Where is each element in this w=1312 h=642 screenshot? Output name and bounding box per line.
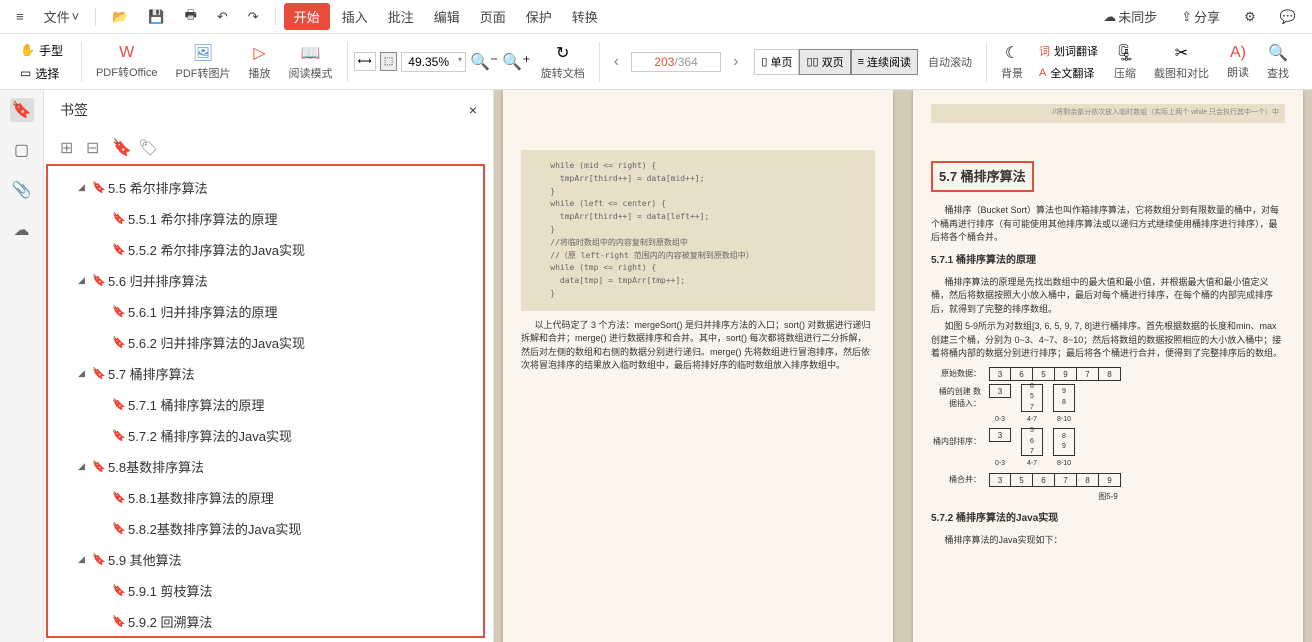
tab-insert[interactable]: 插入 (334, 3, 376, 30)
rotate-doc[interactable]: ↻旋转文档 (533, 41, 593, 83)
tab-comment[interactable]: 批注 (380, 3, 422, 30)
page-paragraph: 桶排序算法的原理是先找出数组中的最大值和最小值，并根据最大值和最小值定义桶，然后… (931, 276, 1285, 317)
expand-all-icon[interactable]: ⊞ (60, 138, 74, 152)
bookmark-item-5-8-2[interactable]: 🔖5.8.2基数排序算法的Java实现 (48, 513, 483, 544)
bookmark-item-5-5-1[interactable]: 🔖5.5.1 希尔排序算法的原理 (48, 203, 483, 234)
auto-scroll[interactable]: 自动滚动 (920, 52, 980, 72)
tab-edit[interactable]: 编辑 (426, 3, 468, 30)
sync-status[interactable]: ☁ 未同步 (1095, 3, 1165, 30)
speak-button[interactable]: A)朗读 (1219, 42, 1257, 82)
tab-page[interactable]: 页面 (472, 3, 514, 30)
bookmark-item-5-6-2[interactable]: 🔖5.6.2 归并排序算法的Java实现 (48, 327, 483, 358)
collapse-all-icon[interactable]: ⊟ (86, 138, 100, 152)
background-button[interactable]: ☾背景 (993, 41, 1031, 83)
subsection-title: 5.7.2 桶排序算法的Java实现 (931, 511, 1285, 526)
double-page-mode[interactable]: ▯▯双页 (799, 49, 850, 75)
add-bookmark-icon[interactable]: 🔖 (112, 138, 126, 152)
save-icon[interactable]: 💾 (140, 5, 172, 29)
word-translate[interactable]: 词 划词翻译 (1033, 41, 1104, 61)
tab-start[interactable]: 开始 (284, 3, 330, 30)
next-page-icon[interactable]: › (725, 53, 746, 71)
pdf-to-office[interactable]: WPDF转Office (88, 42, 166, 82)
bookmark-item-5-8[interactable]: ◢🔖5.8基数排序算法 (48, 451, 483, 482)
screenshot-compare[interactable]: ✂截图和对比 (1146, 41, 1217, 83)
pdf-page-right: //将剩余部分依次放入临时数组（实际上两个 while 只会执行其中一个）中 5… (913, 90, 1303, 642)
zoom-in-icon[interactable]: 🔍⁺ (502, 52, 530, 72)
section-title: 5.7 桶排序算法 (931, 161, 1034, 193)
continuous-mode[interactable]: ≡连续阅读 (851, 49, 918, 75)
find-button[interactable]: 🔍查找 (1259, 41, 1297, 83)
page-banner: //将剩余部分依次放入临时数组（实际上两个 while 只会执行其中一个）中 (931, 104, 1285, 123)
fit-page-icon[interactable]: ⬚ (380, 52, 397, 71)
bookmark-item-5-9[interactable]: ◢🔖5.9 其他算法 (48, 544, 483, 575)
page-number-input[interactable]: 203/364 (631, 52, 721, 72)
bookmark-item-5-9-3[interactable]: 🔖5.9.3 最短路径算法 (48, 637, 483, 638)
bookmark-item-5-7[interactable]: ◢🔖5.7 桶排序算法 (48, 358, 483, 389)
fit-width-icon[interactable]: ⟷ (354, 52, 376, 71)
file-menu[interactable]: 文件 ˅ (36, 3, 88, 30)
bookmark-item-5-5-2[interactable]: 🔖5.5.2 希尔排序算法的Java实现 (48, 234, 483, 265)
subsection-title: 5.7.1 桶排序算法的原理 (931, 253, 1285, 268)
attachment-tab-icon[interactable]: 📎 (10, 178, 34, 202)
open-icon[interactable]: 📂 (104, 5, 136, 29)
chat-icon[interactable]: 💬 (1272, 5, 1304, 29)
panel-title: 书签 (60, 100, 88, 120)
bookmark-tab-icon[interactable]: 🔖 (10, 98, 34, 122)
code-block: while (mid <= right) { tmpArr[third++] =… (521, 150, 875, 311)
share-button[interactable]: ⇪ 分享 (1173, 3, 1228, 30)
redo-icon[interactable]: ↷ (240, 5, 267, 29)
page-paragraph: 以上代码定了 3 个方法：mergeSort() 是归并排序方法的入口；sort… (521, 319, 875, 373)
bookmark-item-5-6-1[interactable]: 🔖5.6.1 归并排序算法的原理 (48, 296, 483, 327)
select-tool[interactable]: ▭ 选择 (14, 63, 69, 84)
page-paragraph: 如图 5-9所示为对数组[3, 6, 5, 9, 7, 8]进行桶排序。首先根据… (931, 320, 1285, 361)
print-icon[interactable]: 🖶 (177, 2, 205, 32)
pdf-page-left: while (mid <= right) { tmpArr[third++] =… (503, 90, 893, 642)
hand-tool[interactable]: ✋ 手型 (14, 40, 69, 61)
bookmark-icon[interactable]: 🏷 (138, 138, 152, 152)
zoom-select[interactable]: 49.35% (401, 52, 466, 72)
single-page-mode[interactable]: ▯单页 (754, 49, 799, 75)
full-translate[interactable]: A 全文翻译 (1033, 63, 1104, 83)
bookmark-item-5-9-2[interactable]: 🔖5.9.2 回溯算法 (48, 606, 483, 637)
read-mode[interactable]: 📖阅读模式 (281, 41, 341, 83)
bookmark-item-5-7-1[interactable]: 🔖5.7.1 桶排序算法的原理 (48, 389, 483, 420)
bookmark-item-5-9-1[interactable]: 🔖5.9.1 剪枝算法 (48, 575, 483, 606)
settings-icon[interactable]: ⚙ (1236, 5, 1264, 29)
bookmark-item-5-6[interactable]: ◢🔖5.6 归并排序算法 (48, 265, 483, 296)
compress-button[interactable]: 🗜压缩 (1106, 41, 1144, 83)
pdf-to-image[interactable]: 🖼PDF转图片 (168, 41, 239, 83)
cloud-tab-icon[interactable]: ☁ (10, 218, 34, 242)
tab-protect[interactable]: 保护 (518, 3, 560, 30)
zoom-out-icon[interactable]: 🔍⁻ (470, 52, 498, 72)
close-panel-icon[interactable]: × (469, 102, 477, 118)
prev-page-icon[interactable]: ‹ (606, 53, 627, 71)
tab-convert[interactable]: 转换 (564, 3, 606, 30)
undo-icon[interactable]: ↶ (209, 5, 236, 29)
page-paragraph: 桶排序算法的Java实现如下： (931, 534, 1285, 548)
thumbnail-tab-icon[interactable]: ▢ (10, 138, 34, 162)
bookmark-item-5-5[interactable]: ◢🔖5.5 希尔排序算法 (48, 172, 483, 203)
bookmark-item-5-7-2[interactable]: 🔖5.7.2 桶排序算法的Java实现 (48, 420, 483, 451)
page-paragraph: 桶排序（Bucket Sort）算法也叫作箱排序算法，它将数组分到有限数量的桶中… (931, 204, 1285, 245)
menu-icon[interactable]: ≡ (8, 5, 32, 28)
bookmark-item-5-8-1[interactable]: 🔖5.8.1基数排序算法的原理 (48, 482, 483, 513)
play-button[interactable]: ▷播放 (241, 41, 279, 83)
